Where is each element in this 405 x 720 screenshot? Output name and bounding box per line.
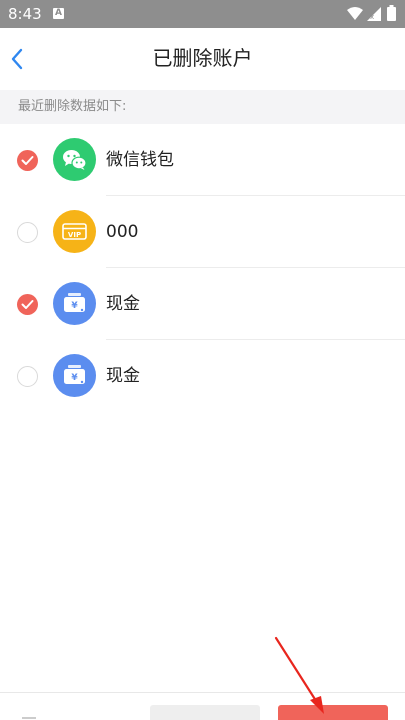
account-name: 微信钱包 [106, 150, 174, 170]
svg-text:VIP: VIP [68, 231, 81, 239]
cash-wallet-icon: ¥ [53, 282, 96, 325]
checkmark-icon [21, 156, 34, 165]
account-row[interactable]: VIP 000 [0, 196, 405, 268]
battery-icon [387, 5, 396, 25]
notification-a-icon: A [53, 8, 64, 19]
svg-text:¥: ¥ [71, 373, 78, 383]
cancel-button[interactable] [150, 705, 260, 720]
account-name: 000 [106, 222, 139, 242]
status-time: 8:43 [8, 5, 42, 23]
wifi-icon [347, 6, 363, 25]
section-label: 最近删除数据如下: [0, 90, 405, 124]
account-list: 微信钱包 VIP 000 ¥ 现金 ¥ 现金 [0, 124, 405, 412]
deleted-accounts-screen: 8:43 A x 已删除账户 最近删除数据如下: 微信钱包 VIP 000 ¥ … [0, 0, 405, 720]
header: 已删除账户 [0, 28, 405, 90]
account-row[interactable]: 微信钱包 [0, 124, 405, 196]
section-label-text: 最近删除数据如下: [18, 99, 127, 114]
svg-text:¥: ¥ [71, 301, 78, 311]
checkbox-unchecked[interactable] [17, 222, 38, 243]
page-title: 已删除账户 [152, 46, 253, 70]
cash-wallet-icon: ¥ [53, 354, 96, 397]
status-bar: 8:43 A x [0, 0, 405, 28]
checkbox-checked[interactable] [17, 294, 38, 315]
account-row[interactable]: ¥ 现金 [0, 340, 405, 412]
bottom-action-bar [0, 692, 405, 720]
checkbox-unchecked[interactable] [17, 366, 38, 387]
signal-icon: x [367, 6, 381, 25]
vip-card-icon: VIP [53, 210, 96, 253]
account-name: 现金 [106, 366, 140, 386]
account-row[interactable]: ¥ 现金 [0, 268, 405, 340]
account-name: 现金 [106, 294, 140, 314]
checkmark-icon [21, 300, 34, 309]
checkbox-checked[interactable] [17, 150, 38, 171]
wechat-icon [53, 138, 96, 181]
confirm-button[interactable] [278, 705, 388, 720]
svg-text:x: x [370, 13, 374, 21]
